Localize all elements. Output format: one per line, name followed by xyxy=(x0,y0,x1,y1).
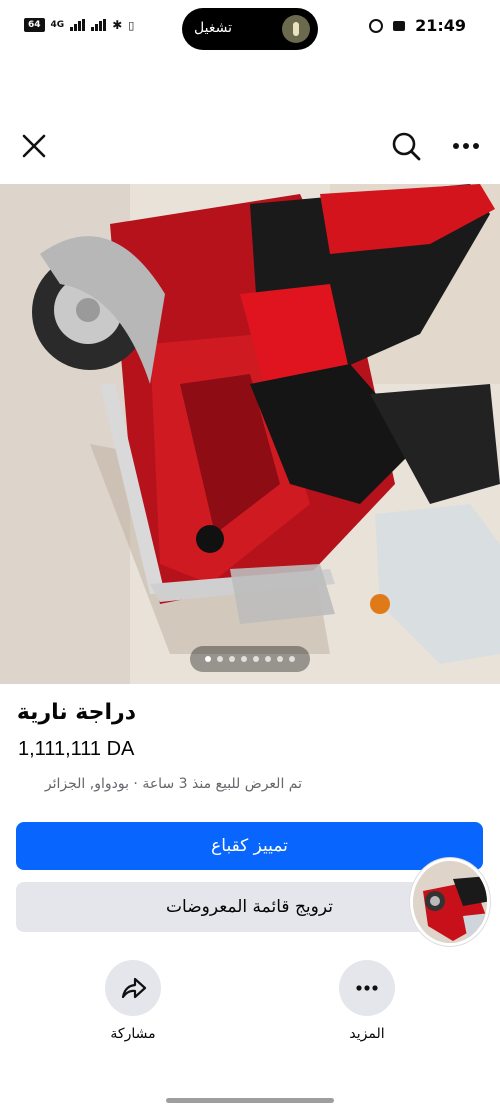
search-icon xyxy=(392,132,421,161)
dynamic-pill[interactable]: تشغيل xyxy=(182,8,318,50)
battery-icon: 64 xyxy=(24,18,45,32)
listing-price: 1,111,111 DA xyxy=(18,738,135,760)
carousel-dot[interactable] xyxy=(217,656,223,662)
search-button[interactable] xyxy=(384,124,428,168)
more-options-button[interactable] xyxy=(444,124,488,168)
top-bar xyxy=(0,118,500,178)
share-action[interactable]: مشاركة xyxy=(88,960,178,1042)
listing-title: دراجة نارية xyxy=(16,700,136,725)
signal-icon-2 xyxy=(91,19,107,31)
avatar-photo xyxy=(413,861,487,943)
more-button[interactable] xyxy=(339,960,395,1016)
more-label: المزيد xyxy=(349,1026,385,1042)
share-button[interactable] xyxy=(105,960,161,1016)
status-time: 21:49 xyxy=(415,16,466,35)
carousel-dot[interactable] xyxy=(241,656,247,662)
carousel-dot[interactable] xyxy=(277,656,283,662)
carousel-dot-active[interactable] xyxy=(205,656,211,662)
notification-icon xyxy=(393,20,406,31)
network-label: 4G xyxy=(50,20,65,30)
carousel-dot[interactable] xyxy=(289,656,295,662)
boost-listing-button[interactable]: تمييز كقباع xyxy=(16,822,483,870)
vibrate-icon: ▯ xyxy=(128,18,135,32)
status-bar: 64 4G ✱ ▯ تشغيل 21:49 xyxy=(0,0,500,58)
listing-meta: تم العرض للبيع منذ 3 ساعة · بودواو, الجز… xyxy=(44,776,302,792)
share-label: مشاركة xyxy=(110,1026,156,1042)
share-arrow-icon xyxy=(121,977,147,999)
motorcycle-photo-illustration xyxy=(0,184,500,684)
status-right-group: 21:49 xyxy=(369,16,466,35)
home-indicator[interactable] xyxy=(166,1098,334,1103)
seller-avatar[interactable] xyxy=(410,858,490,946)
close-icon xyxy=(22,134,46,158)
photo-carousel-indicator[interactable] xyxy=(190,646,310,672)
more-action[interactable]: المزيد xyxy=(322,960,412,1042)
boost-listing-label: تمييز كقباع xyxy=(211,836,288,856)
listing-photo[interactable] xyxy=(0,184,500,684)
carousel-dot[interactable] xyxy=(253,656,259,662)
close-button[interactable] xyxy=(12,124,56,168)
status-left-group: 64 4G ✱ ▯ xyxy=(24,18,134,32)
bluetooth-icon: ✱ xyxy=(112,18,123,32)
promote-listing-label: ترويج قائمة المعروضات xyxy=(166,897,333,917)
more-dots-icon xyxy=(356,985,378,991)
pill-text: تشغيل xyxy=(194,20,232,36)
more-horizontal-icon xyxy=(453,143,479,149)
carousel-dot[interactable] xyxy=(265,656,271,662)
flashlight-icon xyxy=(282,15,310,43)
messenger-icon xyxy=(369,18,384,33)
signal-icon xyxy=(70,19,86,31)
carousel-dot[interactable] xyxy=(229,656,235,662)
